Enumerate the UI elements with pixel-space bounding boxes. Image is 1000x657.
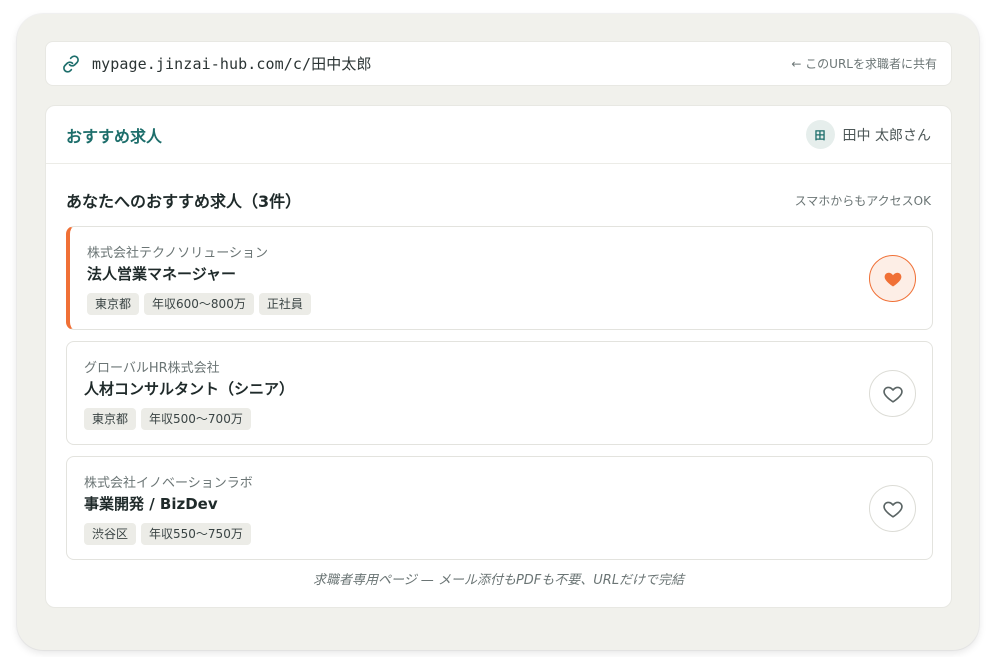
job-tag: 年収500〜700万 <box>141 408 251 430</box>
share-hint: ← このURLを求職者に共有 <box>791 57 937 71</box>
page-url[interactable]: mypage.jinzai-hub.com/c/田中太郎 <box>92 53 372 74</box>
job-tag: 渋谷区 <box>84 523 137 545</box>
link-icon <box>62 54 82 74</box>
job-tag: 東京都 <box>87 293 140 315</box>
job-tag: 東京都 <box>84 408 137 430</box>
user-name: 田中 太郎さん <box>842 127 931 144</box>
job-card[interactable]: 株式会社テクノソリューション 法人営業マネージャー 東京都 年収600〜800万… <box>66 226 933 330</box>
job-tag: 年収550〜750万 <box>141 523 251 545</box>
job-company: 株式会社テクノソリューション <box>87 246 268 261</box>
job-title[interactable]: 事業開発 / BizDev <box>84 493 218 514</box>
job-title[interactable]: 人材コンサルタント（シニア） <box>84 378 294 399</box>
favorite-button[interactable] <box>869 370 916 417</box>
job-card[interactable]: グローバルHR株式会社 人材コンサルタント（シニア） 東京都 年収500〜700… <box>66 341 933 445</box>
job-title[interactable]: 法人営業マネージャー <box>87 263 236 284</box>
favorite-button[interactable] <box>869 255 916 302</box>
user-info: 田 田中 太郎さん <box>805 120 931 149</box>
url-bar[interactable]: mypage.jinzai-hub.com/c/田中太郎 ← このURLを求職者… <box>45 41 952 86</box>
job-card[interactable]: 株式会社イノベーションラボ 事業開発 / BizDev 渋谷区 年収550〜75… <box>66 456 933 560</box>
job-company: 株式会社イノベーションラボ <box>84 476 253 491</box>
heart-outline-icon <box>882 386 903 403</box>
footer-note: 求職者専用ページ — メール添付もPDFも不要、URLだけで完結 <box>312 573 685 588</box>
job-tag: 正社員 <box>258 293 311 315</box>
avatar: 田 <box>805 120 835 149</box>
job-tags: 東京都 年収600〜800万 正社員 <box>87 293 311 315</box>
job-tags: 東京都 年収500〜700万 <box>84 408 251 430</box>
job-company: グローバルHR株式会社 <box>84 361 220 376</box>
favorite-button[interactable] <box>869 485 916 532</box>
section-title: おすすめ求人 <box>66 126 163 146</box>
list-heading: あなたへのおすすめ求人（3件） スマホからもアクセスOK <box>66 188 931 212</box>
heart-outline-icon <box>882 501 903 518</box>
recommendations-card: おすすめ求人 田 田中 太郎さん あなたへのおすすめ求人（3件） スマホからもア… <box>45 105 952 608</box>
heart-filled-icon <box>884 272 901 286</box>
job-tags: 渋谷区 年収550〜750万 <box>84 523 251 545</box>
mobile-access-note: スマホからもアクセスOK <box>794 193 931 208</box>
card-header: おすすめ求人 田 田中 太郎さん <box>46 106 951 164</box>
list-title: あなたへのおすすめ求人（3件） <box>66 192 302 211</box>
job-tag: 年収600〜800万 <box>144 293 254 315</box>
